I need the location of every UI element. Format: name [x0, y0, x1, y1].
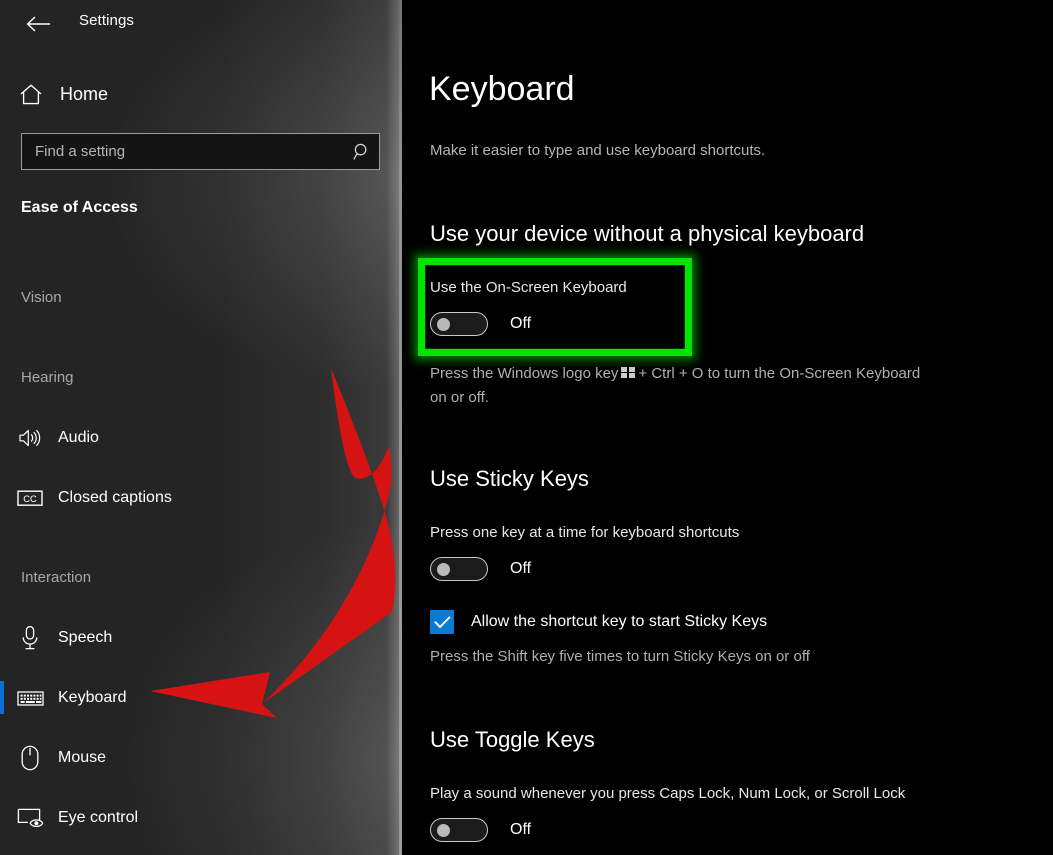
eye-control-icon [16, 807, 44, 829]
toggle-keys-toggle-row[interactable]: Off [430, 818, 531, 842]
section-heading-physical-keyboard: Use your device without a physical keybo… [430, 221, 865, 246]
sidebar-item-home[interactable]: Home [0, 76, 402, 112]
sidebar-item-closed-captions[interactable]: CC Closed captions [0, 478, 402, 518]
search-box[interactable] [21, 133, 380, 170]
back-arrow-icon[interactable] [18, 6, 58, 42]
toggle-knob [437, 317, 450, 331]
microphone-icon [16, 625, 44, 651]
sidebar-item-keyboard[interactable]: Keyboard [0, 678, 402, 718]
sidebar-group-hearing: Hearing [21, 369, 74, 386]
sidebar: Settings Home Ease of Access Vision He [0, 0, 402, 855]
sidebar-item-label-closed-captions: Closed captions [58, 489, 172, 506]
sidebar-item-audio[interactable]: Audio [0, 418, 402, 458]
sticky-keys-toggle-row[interactable]: Off [430, 557, 531, 581]
hint-text-before: Press the Windows logo key [430, 365, 619, 382]
sidebar-group-interaction: Interaction [21, 569, 92, 586]
closed-caption-icon: CC [16, 489, 44, 507]
onscreen-keyboard-hint: Press the Windows logo key + Ctrl + O to … [430, 362, 935, 410]
sidebar-item-label-keyboard: Keyboard [58, 689, 127, 706]
toggle-keys-toggle[interactable] [430, 818, 488, 842]
checkmark-icon [433, 615, 451, 628]
sidebar-item-label-eye-control: Eye control [58, 809, 139, 826]
onscreen-keyboard-label: Use the On-Screen Keyboard [430, 279, 627, 296]
onscreen-keyboard-toggle[interactable] [430, 312, 488, 336]
main-content: Keyboard Make it easier to type and use … [402, 0, 1053, 855]
title-bar: Settings [0, 0, 402, 48]
sidebar-item-eye-control[interactable]: Eye control [0, 798, 402, 838]
mouse-icon [16, 745, 44, 771]
sidebar-item-label-home: Home [60, 83, 109, 104]
onscreen-keyboard-toggle-state: Off [510, 315, 532, 332]
onscreen-keyboard-toggle-row[interactable]: Off [430, 312, 531, 336]
toggle-knob [437, 562, 450, 576]
settings-window: Settings Home Ease of Access Vision He [0, 0, 1053, 855]
sticky-keys-toggle-state: Off [510, 560, 532, 577]
sidebar-category-title: Ease of Access [21, 199, 138, 216]
home-icon [18, 81, 44, 107]
keyboard-icon [16, 690, 44, 707]
sidebar-item-label-speech: Speech [58, 629, 113, 646]
sticky-keys-toggle[interactable] [430, 557, 488, 581]
sidebar-item-label-mouse: Mouse [58, 749, 107, 766]
section-heading-toggle-keys: Use Toggle Keys [430, 727, 595, 752]
sticky-keys-shortcut-checkbox[interactable] [430, 610, 454, 634]
sticky-keys-shortcut-label: Allow the shortcut key to start Sticky K… [471, 613, 768, 630]
sticky-keys-hint: Press the Shift key five times to turn S… [430, 648, 810, 665]
sidebar-item-speech[interactable]: Speech [0, 618, 402, 658]
speaker-icon [16, 427, 44, 449]
sidebar-item-mouse[interactable]: Mouse [0, 738, 402, 778]
toggle-keys-toggle-state: Off [510, 821, 532, 838]
page-subtitle: Make it easier to type and use keyboard … [430, 142, 766, 159]
window-title: Settings [79, 12, 134, 29]
sidebar-group-vision: Vision [21, 289, 62, 306]
toggle-keys-label: Play a sound whenever you press Caps Loc… [430, 785, 906, 802]
toggle-knob [437, 823, 450, 837]
section-heading-sticky-keys: Use Sticky Keys [430, 466, 589, 491]
page-title: Keyboard [429, 70, 575, 108]
search-icon[interactable] [345, 142, 379, 162]
sidebar-item-label-audio: Audio [58, 429, 99, 446]
svg-text:CC: CC [23, 493, 37, 504]
search-input[interactable] [22, 143, 345, 160]
sticky-keys-label: Press one key at a time for keyboard sho… [430, 524, 740, 541]
sticky-keys-shortcut-checkbox-row[interactable]: Allow the shortcut key to start Sticky K… [430, 610, 767, 634]
windows-logo-key-icon [621, 367, 636, 379]
